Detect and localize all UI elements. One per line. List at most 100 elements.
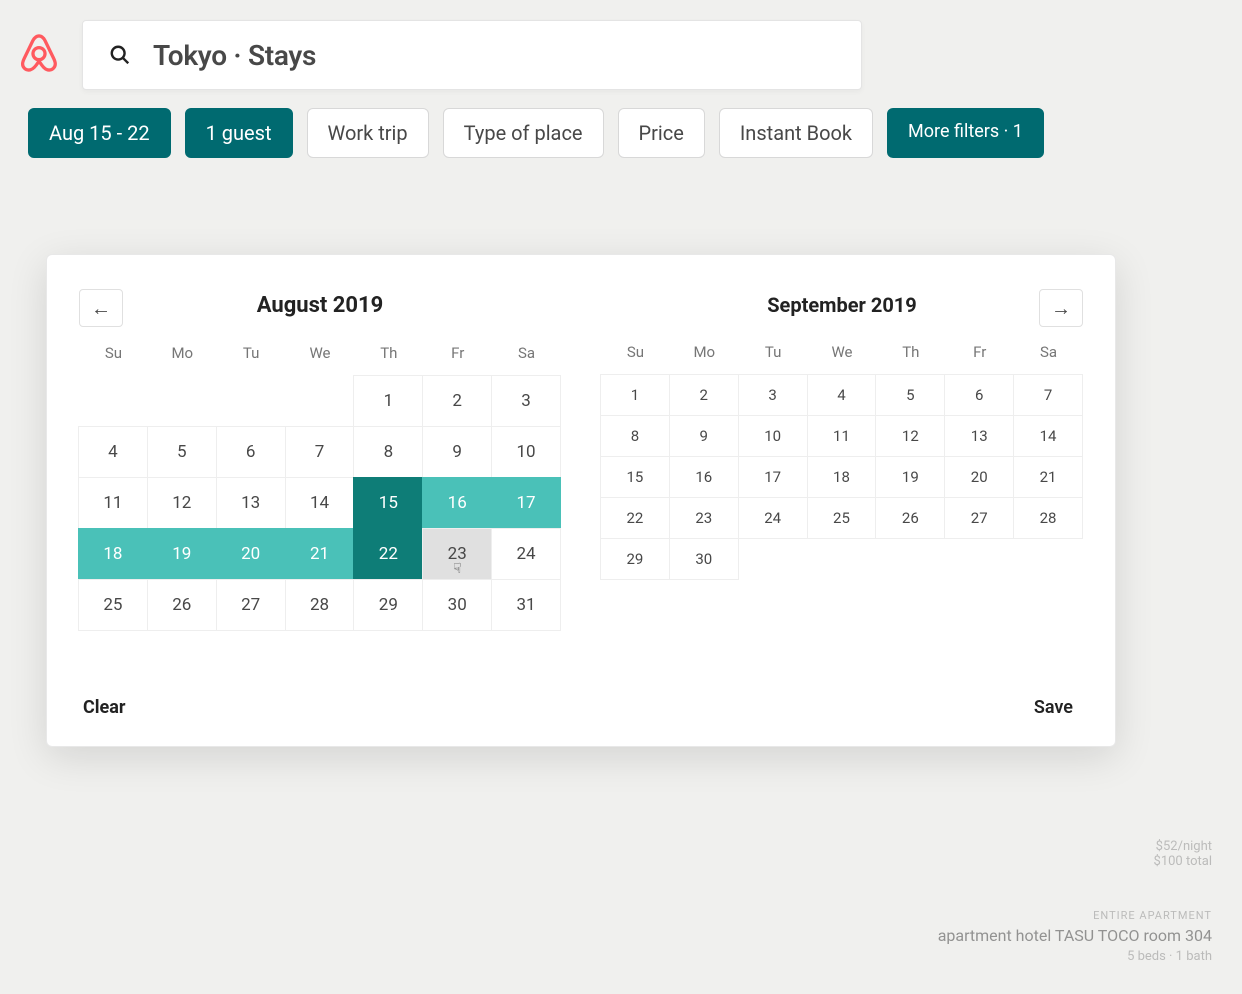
calendar-day[interactable]: 6 (216, 426, 286, 478)
dow-label: Su (79, 344, 148, 376)
calendar-day[interactable]: 8 (353, 426, 423, 478)
calendar-day[interactable]: 14 (285, 477, 355, 529)
calendar-day[interactable]: 19 (147, 528, 217, 580)
calendar-day[interactable]: 17 (738, 456, 808, 498)
calendar-day[interactable]: 5 (147, 426, 217, 478)
calendar-day[interactable]: 15 (600, 456, 670, 498)
calendar-day[interactable]: 24 (738, 497, 808, 539)
calendar-day[interactable]: 14 (1013, 415, 1083, 457)
type-of-place-pill[interactable]: Type of place (443, 108, 604, 158)
calendar-day[interactable]: 10 (491, 426, 561, 478)
calendar-day[interactable]: 16 (422, 477, 492, 529)
month-1-grid: 1234567891011121314151617181920212223☟24… (79, 376, 561, 631)
prev-month-button[interactable]: ← (79, 289, 123, 327)
calendar-day[interactable]: 29 (353, 579, 423, 631)
calendar-day[interactable]: 2 (422, 375, 492, 427)
calendar-day[interactable]: 30 (669, 538, 739, 580)
more-filters-pill[interactable]: More filters · 1 (887, 108, 1044, 158)
calendar-day[interactable]: 18 (807, 456, 877, 498)
month-1-title: August 2019 (79, 293, 561, 318)
calendar-day[interactable]: 11 (807, 415, 877, 457)
calendar-day[interactable]: 26 (875, 497, 945, 539)
header: Tokyo · Stays (0, 0, 1242, 98)
calendar-day[interactable]: 13 (216, 477, 286, 529)
calendar-day[interactable]: 21 (1013, 456, 1083, 498)
save-button[interactable]: Save (1034, 697, 1083, 718)
dow-label: Tu (217, 344, 286, 376)
calendar-day-empty (738, 538, 808, 580)
calendar-day[interactable]: 27 (216, 579, 286, 631)
popover-footer: Clear Save (79, 657, 1083, 718)
calendar-day[interactable]: 6 (944, 374, 1014, 416)
calendar-day[interactable]: 7 (1013, 374, 1083, 416)
calendar-day[interactable]: 21 (285, 528, 355, 580)
calendar-day[interactable]: 16 (669, 456, 739, 498)
background-listing: $52/night $100 total ENTIRE APARTMENT ap… (938, 839, 1212, 964)
filter-row: Aug 15 - 22 1 guest Work trip Type of pl… (0, 98, 1242, 180)
dates-pill[interactable]: Aug 15 - 22 (28, 108, 171, 158)
calendar-day[interactable]: 4 (807, 374, 877, 416)
calendar-day[interactable]: 7 (285, 426, 355, 478)
search-bar[interactable]: Tokyo · Stays (82, 20, 862, 90)
calendar-day[interactable]: 26 (147, 579, 217, 631)
clear-button[interactable]: Clear (79, 657, 126, 718)
calendar-day[interactable]: 18 (78, 528, 148, 580)
dow-label: Th (876, 343, 945, 375)
calendar-day[interactable]: 11 (78, 477, 148, 529)
calendar-day[interactable]: 20 (944, 456, 1014, 498)
calendar-day[interactable]: 28 (285, 579, 355, 631)
dow-label: Th (354, 344, 423, 376)
calendar-day-empty (1013, 538, 1083, 580)
calendar-day[interactable]: 23☟ (422, 528, 492, 580)
calendar-day[interactable]: 30 (422, 579, 492, 631)
calendar-day[interactable]: 1 (353, 375, 423, 427)
calendar-day[interactable]: 24 (491, 528, 561, 580)
dow-label: Mo (148, 344, 217, 376)
calendar-day[interactable]: 29 (600, 538, 670, 580)
calendar-day[interactable]: 23 (669, 497, 739, 539)
calendar-day-empty (807, 538, 877, 580)
search-query: Tokyo · Stays (153, 39, 316, 72)
dow-label: Mo (670, 343, 739, 375)
calendar-day-empty (216, 375, 286, 427)
calendar-day[interactable]: 1 (600, 374, 670, 416)
price-pill[interactable]: Price (618, 108, 705, 158)
dow-label: We (286, 344, 355, 376)
calendar-day[interactable]: 4 (78, 426, 148, 478)
work-trip-pill[interactable]: Work trip (307, 108, 429, 158)
calendar-day[interactable]: 13 (944, 415, 1014, 457)
calendar-day[interactable]: 20 (216, 528, 286, 580)
month-2-dow-row: SuMoTuWeThFrSa (601, 343, 1083, 375)
dow-label: Fr (945, 343, 1014, 375)
calendar-day[interactable]: 25 (78, 579, 148, 631)
guests-pill[interactable]: 1 guest (185, 108, 293, 158)
calendar-day-empty (285, 375, 355, 427)
calendar-day[interactable]: 2 (669, 374, 739, 416)
dow-label: Tu (739, 343, 808, 375)
calendar-day[interactable]: 22 (353, 528, 423, 580)
calendar-day[interactable]: 8 (600, 415, 670, 457)
calendar-day[interactable]: 9 (669, 415, 739, 457)
calendar-day[interactable]: 9 (422, 426, 492, 478)
calendar-day[interactable]: 10 (738, 415, 808, 457)
months-container: ← → August 2019 SuMoTuWeThFrSa 123456789… (79, 283, 1083, 631)
calendar-day[interactable]: 25 (807, 497, 877, 539)
calendar-day[interactable]: 17 (491, 477, 561, 529)
calendar-day[interactable]: 15 (353, 477, 423, 529)
calendar-day[interactable]: 27 (944, 497, 1014, 539)
next-month-button[interactable]: → (1039, 289, 1083, 327)
calendar-day[interactable]: 31 (491, 579, 561, 631)
calendar-day[interactable]: 3 (491, 375, 561, 427)
calendar-day[interactable]: 3 (738, 374, 808, 416)
calendar-day[interactable]: 5 (875, 374, 945, 416)
calendar-day-empty (147, 375, 217, 427)
calendar-day[interactable]: 12 (147, 477, 217, 529)
calendar-day[interactable]: 19 (875, 456, 945, 498)
calendar-day[interactable]: 22 (600, 497, 670, 539)
airbnb-logo[interactable] (18, 32, 60, 78)
calendar-day-empty (944, 538, 1014, 580)
listing-title: apartment hotel TASU TOCO room 304 (938, 926, 1212, 945)
instant-book-pill[interactable]: Instant Book (719, 108, 873, 158)
calendar-day[interactable]: 28 (1013, 497, 1083, 539)
calendar-day[interactable]: 12 (875, 415, 945, 457)
